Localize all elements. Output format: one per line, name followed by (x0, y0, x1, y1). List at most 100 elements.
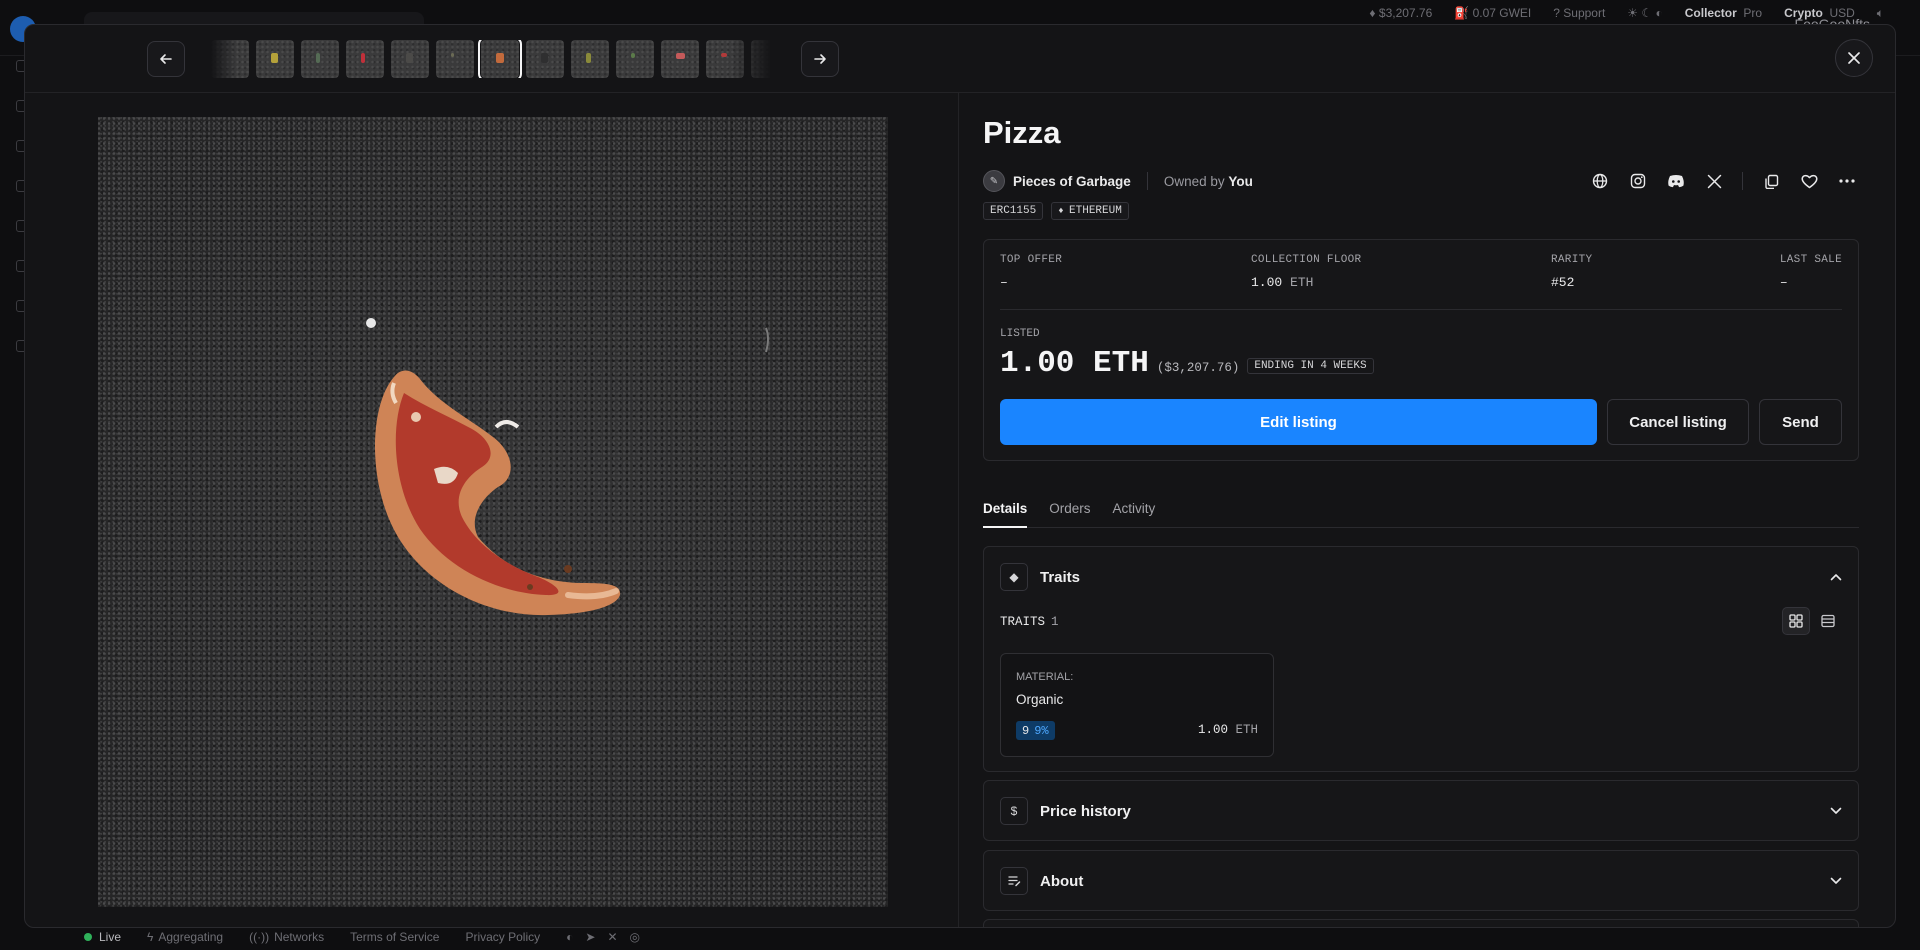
volume-icon[interactable]: 🔈︎ (1877, 6, 1884, 21)
price-history-panel-header[interactable]: $ Price history (1000, 797, 1842, 825)
listed-price: 1.00 ETH (1000, 346, 1149, 381)
traits-panel: ◆ Traits TRAITS1 MATERIAL: Organic 99% (983, 546, 1859, 772)
prev-item-button[interactable] (147, 41, 185, 77)
close-modal-button[interactable] (1835, 39, 1873, 77)
owner-link[interactable]: You (1228, 174, 1253, 189)
divider (1146, 172, 1148, 190)
about-panel-header[interactable]: About (1000, 867, 1842, 895)
detail-tabs: Details Orders Activity (983, 492, 1859, 528)
footer-networks[interactable]: ((·)) Networks (249, 930, 324, 944)
thumbnail[interactable] (346, 40, 384, 78)
close-icon (1848, 52, 1860, 64)
traits-panel-header[interactable]: ◆ Traits (1000, 563, 1842, 591)
thumbnail-active[interactable] (478, 40, 522, 78)
footer-eth-price: ♦ $3,207.76 (1369, 6, 1433, 20)
stat-rarity[interactable]: RARITY #52 (1551, 254, 1592, 290)
thumbnail[interactable] (751, 40, 771, 78)
footer-support[interactable]: ? Support (1553, 6, 1605, 20)
thumbnail[interactable] (661, 40, 699, 78)
trait-type: MATERIAL: (1016, 671, 1074, 683)
instagram-icon[interactable]: ◎ (630, 930, 640, 944)
next-panel-partial (983, 919, 1859, 927)
more-options-icon[interactable] (1835, 169, 1859, 193)
ethereum-icon: ♦ (1058, 206, 1070, 216)
theme-toggle[interactable]: ☀ ☾ ◐ (1627, 6, 1662, 20)
listing-actions: Edit listing Cancel listing Send (1000, 399, 1842, 445)
footer-terms-link[interactable]: Terms of Service (350, 930, 439, 944)
instagram-icon[interactable] (1626, 169, 1650, 193)
telegram-icon[interactable]: ➤ (585, 930, 595, 944)
footer-privacy-link[interactable]: Privacy Policy (465, 930, 540, 944)
footer-aggregating[interactable]: ϟ Aggregating (147, 930, 223, 944)
website-globe-icon[interactable] (1588, 169, 1612, 193)
trait-value: Organic (1016, 692, 1064, 707)
stat-collection-floor[interactable]: COLLECTION FLOOR 1.00 ETH (1251, 254, 1361, 290)
arrow-left-icon (160, 54, 172, 64)
footer-live[interactable]: Live (84, 930, 121, 944)
collection-link[interactable]: Pieces of Garbage (1013, 174, 1131, 189)
footer-right: ♦ $3,207.76 ⛽ 0.07 GWEI ? Support ☀ ☾ ◐ … (1369, 0, 1884, 26)
details-pane: Pizza ✎ Pieces of Garbage Owned by You E… (983, 93, 1859, 927)
traits-count-label: TRAITS 1 (1000, 615, 1059, 629)
currency-switch[interactable]: Crypto USD (1784, 6, 1855, 20)
mode-switch[interactable]: Collector Pro (1685, 6, 1762, 20)
item-modal: Pizza ✎ Pieces of Garbage Owned by You E… (24, 24, 1896, 928)
about-panel: About (983, 850, 1859, 911)
thumbnail[interactable] (211, 40, 249, 78)
owner-info: Owned by You (1163, 173, 1253, 189)
chevron-up-icon (1830, 570, 1842, 584)
grid-view-icon[interactable] (1782, 607, 1810, 635)
thumbnail[interactable] (256, 40, 294, 78)
copy-icon[interactable] (1759, 169, 1783, 193)
pizza-crust-illustration (366, 318, 769, 616)
discord-icon[interactable]: ◐ (566, 930, 573, 944)
x-icon[interactable] (1702, 169, 1726, 193)
edit-listing-button[interactable]: Edit listing (1000, 399, 1597, 445)
tab-details[interactable]: Details (983, 492, 1028, 528)
thumbnail[interactable] (706, 40, 744, 78)
trait-card[interactable]: MATERIAL: Organic 9 9% 1.00 ETH (1000, 653, 1274, 757)
description-icon (1000, 867, 1028, 895)
trait-rarity-badge: 9 9% (1016, 721, 1055, 740)
tab-orders[interactable]: Orders (1049, 492, 1090, 528)
modal-topbar (25, 25, 1895, 93)
thumbnail[interactable] (526, 40, 564, 78)
diamond-icon: ◆ (1000, 563, 1028, 591)
stats-row: TOP OFFER – COLLECTION FLOOR 1.00 ETH RA… (1000, 254, 1842, 310)
collection-avatar[interactable]: ✎ (983, 170, 1005, 192)
footer-gas: ⛽ 0.07 GWEI (1454, 6, 1532, 20)
x-icon[interactable]: ✕ (607, 930, 617, 944)
price-card: TOP OFFER – COLLECTION FLOOR 1.00 ETH RA… (983, 239, 1859, 461)
listed-label: LISTED (1000, 328, 1040, 340)
list-view-icon[interactable] (1814, 607, 1842, 635)
favorite-heart-icon[interactable] (1797, 169, 1821, 193)
signal-icon: ((·)) (249, 930, 270, 944)
cancel-listing-button[interactable]: Cancel listing (1607, 399, 1749, 445)
tab-activity[interactable]: Activity (1113, 492, 1156, 528)
social-actions (1588, 169, 1859, 193)
discord-icon[interactable] (1664, 169, 1688, 193)
item-title: Pizza (983, 115, 1061, 150)
thumbnail[interactable] (436, 40, 474, 78)
chevron-down-icon (1830, 874, 1842, 888)
thumbnail[interactable] (571, 40, 609, 78)
chevron-down-icon (1830, 804, 1842, 818)
stat-last-sale: LAST SALE – (1779, 254, 1842, 290)
listed-price-row: 1.00 ETH ($3,207.76) ENDING IN 4 WEEKS (1000, 346, 1374, 381)
media-pane (25, 93, 959, 927)
live-dot-icon (84, 933, 92, 941)
thumbnail[interactable] (616, 40, 654, 78)
nft-image[interactable] (98, 117, 888, 907)
send-button[interactable]: Send (1759, 399, 1842, 445)
next-item-button[interactable] (801, 41, 839, 77)
thumbnail[interactable] (391, 40, 429, 78)
thumbnail-strip (211, 40, 771, 78)
listed-price-usd: ($3,207.76) (1156, 361, 1240, 375)
chain-badge: ♦ ETHEREUM (1051, 202, 1129, 220)
item-tags: ERC1155 ♦ ETHEREUM (983, 202, 1129, 220)
traits-view-toggle (1782, 607, 1842, 635)
bolt-icon: ϟ (147, 930, 154, 944)
thumbnail[interactable] (301, 40, 339, 78)
token-standard-badge: ERC1155 (983, 202, 1044, 220)
divider (1742, 172, 1743, 190)
